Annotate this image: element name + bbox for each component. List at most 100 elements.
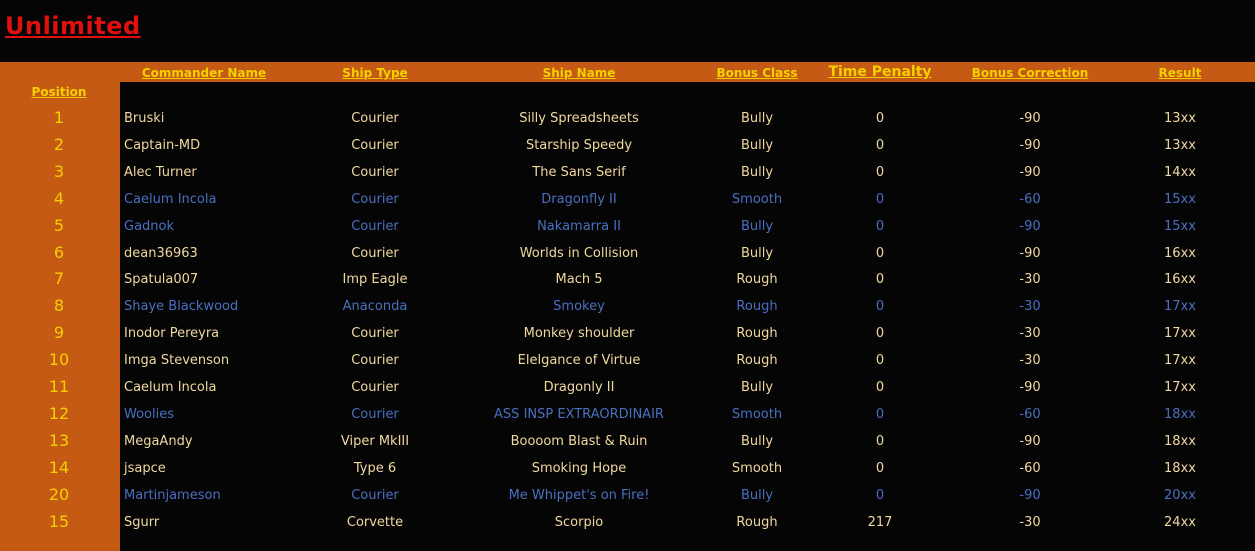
cell-result: 18xx	[1164, 460, 1196, 476]
cell-ship-type: Courier	[351, 137, 399, 153]
cell-ship-type: Anaconda	[342, 299, 408, 315]
cell-result: 14xx	[1164, 164, 1196, 180]
cell-bonus-correction: -90	[1019, 487, 1041, 503]
table-row: 20 Martinjameson Courier Me Whippet's on Fi…	[0, 485, 1255, 515]
cell-ship-name: ASS INSP EXTRAORDINAIR	[494, 406, 664, 422]
cell-commander: jsapce	[124, 460, 166, 476]
cell-ship-name: Nakamarra II	[537, 218, 621, 234]
header-bonus-correction[interactable]: Bonus Correction	[972, 66, 1089, 80]
page-title[interactable]: Unlimited	[5, 12, 141, 40]
cell-ship-type: Corvette	[346, 514, 404, 530]
cell-bonus-correction: -90	[1019, 380, 1041, 395]
cell-bonus-class: Smooth	[731, 406, 783, 422]
cell-position: 5	[53, 215, 65, 235]
cell-commander: Woolies	[124, 406, 174, 422]
cell-bonus-class: Rough	[736, 326, 778, 342]
cell-bonus-class: Rough	[736, 272, 778, 288]
table-row: 7 Spatula007 Imp Eagle Mach 5 Rough 0 -30 16xx	[0, 269, 1255, 299]
cell-bonus-correction: -30	[1019, 353, 1041, 369]
cell-position: 15	[48, 511, 70, 531]
cell-time-penalty: 0	[875, 406, 885, 422]
cell-ship-name: Dragonly II	[543, 380, 615, 395]
cell-commander: Inodor Pereyra	[124, 326, 220, 342]
cell-bonus-class: Smooth	[731, 191, 783, 207]
cell-bonus-correction: -60	[1019, 460, 1041, 476]
cell-ship-name: Silly Spreadsheets	[519, 111, 639, 126]
cell-ship-type: Courier	[351, 191, 399, 207]
cell-ship-name: Mach 5	[555, 272, 603, 288]
header-result[interactable]: Result	[1159, 66, 1202, 80]
cell-bonus-class: Rough	[736, 299, 778, 315]
cell-ship-type: Type 6	[353, 460, 397, 476]
header-ship-name[interactable]: Ship Name	[543, 66, 616, 80]
cell-commander: Caelum Incola	[124, 191, 217, 207]
table-row: 3 Alec Turner Courier The Sans Serif Bully 0 -…	[0, 161, 1255, 192]
cell-commander: MegaAndy	[124, 433, 193, 449]
cell-bonus-class: Bully	[740, 218, 774, 234]
cell-ship-type: Courier	[351, 353, 399, 369]
cell-ship-type: Courier	[351, 326, 399, 342]
cell-result: 18xx	[1164, 433, 1196, 449]
cell-result: 24xx	[1164, 514, 1196, 530]
table-row: 2 Captain-MD Courier Starship Speedy Bully 0 -…	[0, 135, 1255, 165]
cell-commander: Gadnok	[124, 218, 175, 234]
cell-time-penalty: 0	[875, 245, 885, 261]
cell-position: 12	[48, 403, 70, 423]
cell-time-penalty: 0	[875, 218, 885, 234]
cell-result: 18xx	[1164, 406, 1196, 422]
table-row: 12 Woolies Courier ASS INSP EXTRAORDINAIR Sm…	[0, 403, 1255, 434]
cell-time-penalty: 0	[875, 272, 885, 288]
cell-ship-name: Boooom Blast & Ruin	[510, 433, 648, 449]
cell-position: 11	[48, 377, 70, 396]
cell-ship-type: Courier	[351, 487, 399, 503]
table-row: 11 Caelum Incola Courier Dragonly II Bully 0 -…	[0, 377, 1255, 407]
cell-ship-type: Courier	[351, 406, 399, 422]
cell-ship-name: Monkey shoulder	[523, 326, 635, 342]
cell-position: 8	[53, 296, 65, 316]
cell-time-penalty: 0	[875, 164, 885, 180]
table-row: 14 jsapce Type 6 Smoking Hope Smooth 0 -60 18xx	[0, 457, 1255, 488]
cell-commander: Sgurr	[124, 514, 160, 530]
cell-result: 17xx	[1164, 353, 1196, 369]
cell-result: 20xx	[1164, 487, 1196, 503]
cell-ship-type: Courier	[351, 218, 399, 234]
cell-result: 16xx	[1164, 272, 1196, 288]
header-ship-type[interactable]: Ship Type	[342, 66, 407, 80]
cell-bonus-class: Rough	[736, 353, 778, 369]
cell-bonus-class: Bully	[740, 164, 774, 180]
cell-bonus-correction: -90	[1019, 218, 1041, 234]
cell-result: 15xx	[1164, 191, 1196, 207]
cell-time-penalty: 0	[875, 326, 885, 342]
cell-position: 10	[48, 350, 70, 370]
cell-position: 1	[53, 108, 65, 127]
cell-result: 13xx	[1164, 111, 1196, 126]
cell-time-penalty: 217	[867, 514, 893, 530]
cell-bonus-class: Smooth	[731, 460, 783, 476]
cell-commander: Shaye Blackwood	[124, 299, 239, 315]
cell-bonus-correction: -60	[1019, 406, 1041, 422]
cell-commander: dean36963	[124, 245, 198, 261]
header-position[interactable]: Position	[32, 85, 87, 99]
cell-bonus-correction: -60	[1019, 191, 1041, 207]
cell-ship-type: Courier	[351, 380, 399, 395]
cell-bonus-correction: -30	[1019, 326, 1041, 342]
header-time-penalty[interactable]: Time Penalty	[828, 64, 931, 80]
cell-bonus-class: Rough	[736, 514, 778, 530]
cell-position: 3	[53, 161, 65, 181]
cell-commander: Caelum Incola	[124, 380, 217, 395]
cell-commander: Martinjameson	[124, 487, 221, 503]
header-bonus-class[interactable]: Bonus Class	[716, 66, 797, 80]
cell-position: 14	[48, 457, 70, 477]
cell-bonus-correction: -30	[1019, 299, 1041, 315]
cell-ship-name: Smoking Hope	[531, 460, 627, 476]
cell-ship-name: The Sans Serif	[532, 164, 626, 180]
cell-ship-name: Elelgance of Virtue	[517, 353, 641, 369]
cell-time-penalty: 0	[875, 380, 885, 395]
header-commander[interactable]: Commander Name	[142, 66, 266, 80]
cell-ship-name: Worlds in Collision	[519, 245, 639, 261]
cell-ship-name: Me Whippet's on Fire!	[508, 487, 650, 503]
table-row: 13 MegaAndy Viper MkIII Boooom Blast & Ruin…	[0, 431, 1255, 461]
cell-time-penalty: 0	[875, 460, 885, 476]
table-row: 5 Gadnok Courier Nakamarra II Bully 0 -90 15xx	[0, 215, 1255, 246]
cell-commander: Bruski	[124, 111, 165, 126]
